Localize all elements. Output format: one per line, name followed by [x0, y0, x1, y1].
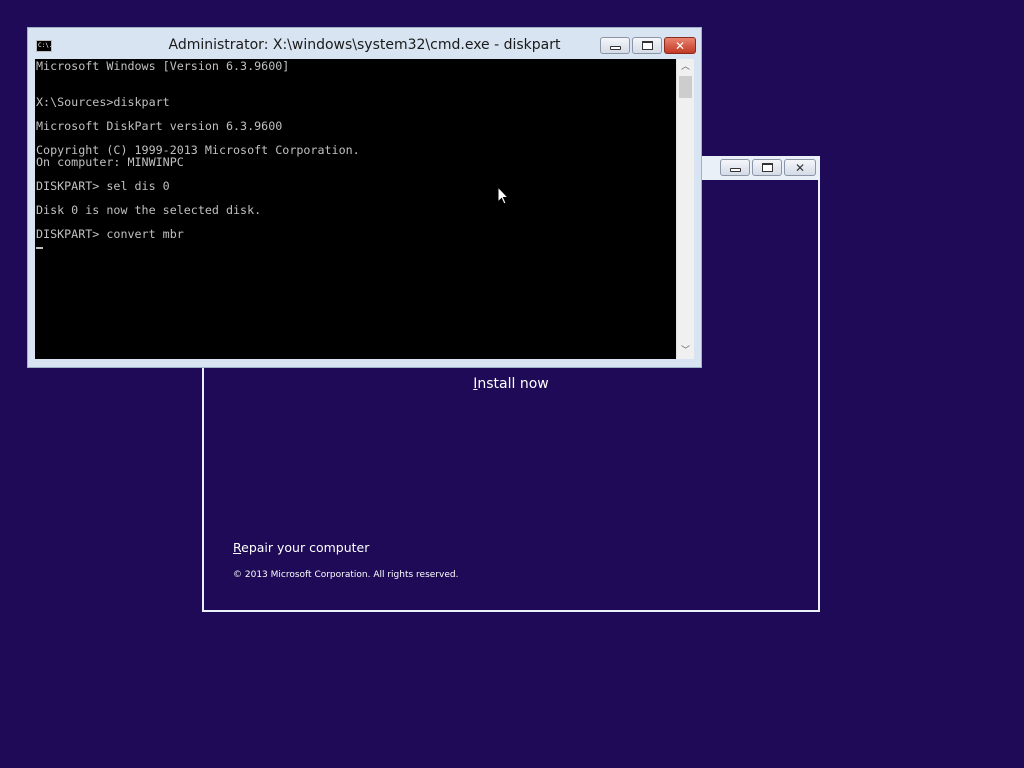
- minimize-icon: [609, 45, 621, 50]
- setup-minimize-button[interactable]: [720, 159, 750, 176]
- cmd-titlebar[interactable]: C:\. Administrator: X:\windows\system32\…: [28, 28, 701, 59]
- setup-close-button[interactable]: ✕: [784, 159, 816, 176]
- cmd-caption-buttons: ✕: [600, 37, 696, 54]
- close-icon: ✕: [794, 160, 806, 175]
- scroll-up-button[interactable]: ︿: [677, 59, 694, 75]
- maximize-icon: [761, 163, 773, 172]
- close-button[interactable]: ✕: [664, 37, 696, 54]
- vertical-scrollbar[interactable]: ︿ ﹀: [676, 59, 694, 359]
- desktop: ✕ Install now Repair your computer © 201…: [0, 0, 1024, 768]
- chevron-up-icon: ︿: [680, 62, 690, 72]
- console-cursor-line: [36, 240, 676, 252]
- maximize-icon: [641, 41, 653, 50]
- cmd-client-area: Microsoft Windows [Version 6.3.9600] X:\S…: [35, 59, 694, 359]
- chevron-down-icon: ﹀: [680, 346, 690, 356]
- console-lines: Microsoft Windows [Version 6.3.9600] X:\S…: [36, 60, 676, 240]
- cmd-window: C:\. Administrator: X:\windows\system32\…: [27, 27, 702, 368]
- setup-maximize-button[interactable]: [752, 159, 782, 176]
- setup-caption-buttons: ✕: [720, 159, 816, 176]
- console-line: On computer: MINWINPC: [36, 155, 184, 169]
- scroll-down-button[interactable]: ﹀: [677, 343, 694, 359]
- console-output[interactable]: Microsoft Windows [Version 6.3.9600] X:\S…: [35, 59, 676, 359]
- console-line: X:\Sources>diskpart: [36, 95, 170, 109]
- repair-computer-label: Repair your computer: [233, 540, 370, 555]
- mouse-pointer-icon: [497, 186, 509, 205]
- install-now-button[interactable]: Install now: [204, 376, 818, 392]
- text-cursor: [36, 247, 43, 249]
- console-line: Disk 0 is now the selected disk.: [36, 203, 262, 217]
- install-now-label: Install now: [473, 376, 549, 392]
- minimize-button[interactable]: [600, 37, 630, 54]
- console-line: Microsoft DiskPart version 6.3.9600: [36, 119, 283, 133]
- console-line: DISKPART> sel dis 0: [36, 179, 170, 193]
- repair-computer-link[interactable]: Repair your computer: [233, 540, 369, 555]
- minimize-icon: [729, 167, 741, 172]
- console-line: Microsoft Windows [Version 6.3.9600]: [36, 59, 290, 73]
- close-icon: ✕: [674, 38, 686, 53]
- maximize-button[interactable]: [632, 37, 662, 54]
- console-line: DISKPART> convert mbr: [36, 227, 184, 241]
- scroll-thumb[interactable]: [679, 76, 692, 98]
- copyright-text: © 2013 Microsoft Corporation. All rights…: [233, 570, 459, 580]
